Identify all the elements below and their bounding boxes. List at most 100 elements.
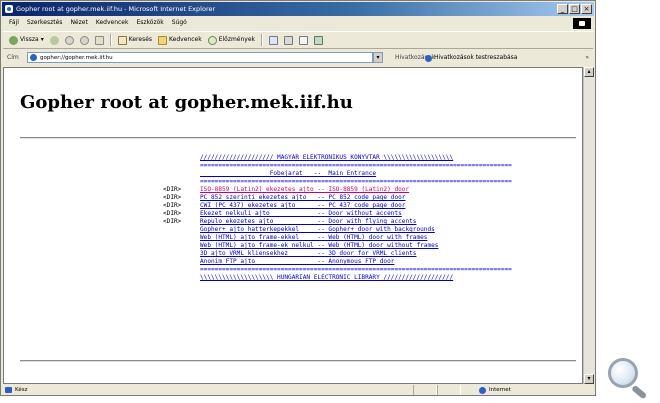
list-item: Web (HTML) ajto frame-ekkel -- Web (HTML… bbox=[4, 234, 582, 242]
list-item: <DIR> CWI (PC 437) ekezetes ajto -- PC 4… bbox=[4, 202, 582, 210]
mail-icon[interactable] bbox=[269, 35, 279, 45]
menu-line: ========================================… bbox=[200, 178, 512, 185]
status-pane bbox=[437, 385, 461, 395]
dir-tag: <DIR> bbox=[163, 210, 182, 217]
minimize-button[interactable]: _ bbox=[557, 4, 568, 14]
menu-line-link[interactable]: \\\\\\\\\\\\\\\\\\\\ HUNGARIAN ELECTRONI… bbox=[200, 274, 453, 282]
dir-tag: <DIR> bbox=[163, 194, 182, 201]
menu-help[interactable]: Súgó bbox=[172, 17, 187, 29]
menu-bar: Fájl Szerkesztés Nézet Kedvencek Eszközö… bbox=[3, 17, 593, 29]
entry-link[interactable]: ISO-8859 (Latin2) ekezetes ajto -- ISO-8… bbox=[200, 186, 409, 194]
toolbar-separator bbox=[261, 34, 264, 46]
toolbar-separator bbox=[109, 34, 112, 46]
globe-icon bbox=[479, 386, 486, 394]
zone-label: Internet bbox=[489, 387, 511, 393]
standard-toolbar: Vissza ▾ Keresés Kedvencek Előzmények bbox=[3, 31, 593, 49]
back-dropdown-icon[interactable]: ▾ bbox=[41, 31, 44, 49]
address-bar: Cím gopher://gopher.mek.iif.hu ▾ Hivatko… bbox=[3, 51, 593, 65]
address-label: Cím bbox=[7, 54, 19, 61]
vertical-scrollbar[interactable]: ▴ ▾ bbox=[583, 67, 594, 384]
page-icon bbox=[30, 54, 37, 61]
page-done-icon bbox=[5, 387, 12, 393]
entry-link[interactable]: Web (HTML) ajto frame-ek nelkul -- Web (… bbox=[200, 242, 438, 250]
title-bar: Gopher root at gopher.mek.iif.hu - Micro… bbox=[2, 2, 594, 16]
menu-tools[interactable]: Eszközök bbox=[136, 17, 163, 29]
entry-link[interactable]: Web (HTML) ajto frame-ekkel -- Web (HTML… bbox=[200, 234, 427, 242]
ie-icon bbox=[5, 5, 13, 13]
dir-tag: <DIR> bbox=[163, 186, 182, 193]
print-icon[interactable] bbox=[284, 35, 294, 45]
horizontal-rule bbox=[20, 360, 576, 362]
edit-icon[interactable] bbox=[299, 35, 309, 45]
menu-footer-line: ========================================… bbox=[4, 266, 582, 274]
forward-arrow-icon bbox=[49, 35, 59, 45]
window-controls: _ □ × bbox=[557, 4, 592, 14]
menu-line: ========================================… bbox=[200, 162, 512, 169]
dir-tag: <DIR> bbox=[163, 218, 182, 225]
menu-header-line: Fobejarat -- Main Entrance bbox=[4, 170, 582, 178]
dir-tag: <DIR> bbox=[163, 202, 182, 209]
home-icon[interactable] bbox=[94, 35, 104, 45]
stop-icon[interactable] bbox=[64, 35, 74, 45]
back-arrow-icon bbox=[9, 35, 18, 45]
main-entrance-link[interactable]: Fobejarat -- Main Entrance bbox=[200, 170, 376, 178]
windows-logo-icon bbox=[573, 18, 591, 29]
history-button[interactable]: Előzmények bbox=[207, 31, 255, 49]
list-item: <DIR> ISO-8859 (Latin2) ekezetes ajto --… bbox=[4, 186, 582, 194]
list-item: Gopher+ ajto hatterkepekkel -- Gopher+ d… bbox=[4, 226, 582, 234]
entry-link[interactable]: CWI (PC 437) ekezetes ajto -- PC 437 cod… bbox=[200, 202, 405, 210]
security-zone: Internet bbox=[461, 385, 581, 395]
links-customize[interactable]: Hivatkozások testreszabása bbox=[425, 51, 517, 65]
entry-link[interactable]: Gopher+ ajto hatterkepekkel -- Gopher+ d… bbox=[200, 226, 435, 234]
menu-line: ========================================… bbox=[200, 266, 512, 273]
entry-link[interactable]: Repulo ekezetes ajto -- Door with flying… bbox=[200, 218, 416, 226]
page-title: Gopher root at gopher.mek.iif.hu bbox=[20, 92, 353, 113]
history-icon bbox=[207, 35, 217, 45]
list-item: 3D ajto VRML kliensekhez -- 3D door for … bbox=[4, 250, 582, 258]
discuss-icon[interactable] bbox=[314, 35, 324, 45]
menu-file[interactable]: Fájl bbox=[9, 17, 19, 29]
entry-link[interactable]: Ekezet nelkuli ajto -- Door without acce… bbox=[200, 210, 402, 218]
search-label: Keresés bbox=[128, 36, 153, 43]
window-title: Gopher root at gopher.mek.iif.hu - Micro… bbox=[16, 5, 216, 13]
favorites-icon bbox=[158, 35, 168, 45]
menu-header-line: ========================================… bbox=[4, 178, 582, 186]
entry-link[interactable]: 3D ajto VRML kliensekhez -- 3D door for … bbox=[200, 250, 416, 258]
maximize-button[interactable]: □ bbox=[569, 4, 580, 14]
chevron-icon[interactable]: » bbox=[585, 51, 589, 65]
menu-view[interactable]: Nézet bbox=[70, 17, 87, 29]
browser-window: Gopher root at gopher.mek.iif.hu - Micro… bbox=[0, 0, 596, 396]
horizontal-rule bbox=[20, 137, 576, 139]
favorites-label: Kedvencek bbox=[169, 36, 202, 43]
address-input[interactable]: gopher://gopher.mek.iif.hu bbox=[27, 52, 373, 63]
forward-button[interactable] bbox=[49, 35, 59, 45]
list-item: Anonim FTP ajto -- Anonymous FTP door bbox=[4, 258, 582, 266]
entry-link[interactable]: PC 852 szerinti ekezetes ajto -- PC 852 … bbox=[200, 194, 405, 202]
refresh-icon[interactable] bbox=[79, 35, 89, 45]
list-item: Web (HTML) ajto frame-ek nelkul -- Web (… bbox=[4, 242, 582, 250]
close-button[interactable]: × bbox=[581, 4, 592, 14]
search-icon bbox=[117, 35, 127, 45]
scroll-up-icon[interactable]: ▴ bbox=[584, 67, 594, 77]
back-button[interactable]: Vissza ▾ bbox=[9, 31, 44, 49]
status-bar: Kész Internet bbox=[3, 385, 593, 395]
magnifier-icon[interactable] bbox=[606, 358, 652, 400]
entry-link[interactable]: Anonim FTP ajto -- Anonymous FTP door bbox=[200, 258, 394, 266]
menu-line-link[interactable]: //////////////////// MAGYAR ELEKTRONIKUS… bbox=[200, 154, 453, 162]
status-pane bbox=[413, 385, 437, 395]
status-text: Kész bbox=[15, 387, 28, 393]
address-url: gopher://gopher.mek.iif.hu bbox=[40, 55, 113, 61]
back-label: Vissza bbox=[20, 36, 39, 43]
search-button[interactable]: Keresés bbox=[117, 31, 153, 49]
favorites-button[interactable]: Kedvencek bbox=[158, 31, 202, 49]
menu-footer-line: \\\\\\\\\\\\\\\\\\\\ HUNGARIAN ELECTRONI… bbox=[4, 274, 582, 282]
menu-header-line: //////////////////// MAGYAR ELEKTRONIKUS… bbox=[4, 154, 582, 162]
menu-favorites[interactable]: Kedvencek bbox=[96, 17, 129, 29]
list-item: <DIR> Repulo ekezetes ajto -- Door with … bbox=[4, 218, 582, 226]
link-icon bbox=[425, 54, 432, 62]
list-item: <DIR> PC 852 szerinti ekezetes ajto -- P… bbox=[4, 194, 582, 202]
address-dropdown-icon[interactable]: ▾ bbox=[373, 52, 383, 63]
gopher-menu: //////////////////// MAGYAR ELEKTRONIKUS… bbox=[4, 154, 582, 282]
menu-edit[interactable]: Szerkesztés bbox=[27, 17, 63, 29]
scroll-down-icon[interactable]: ▾ bbox=[584, 374, 594, 384]
